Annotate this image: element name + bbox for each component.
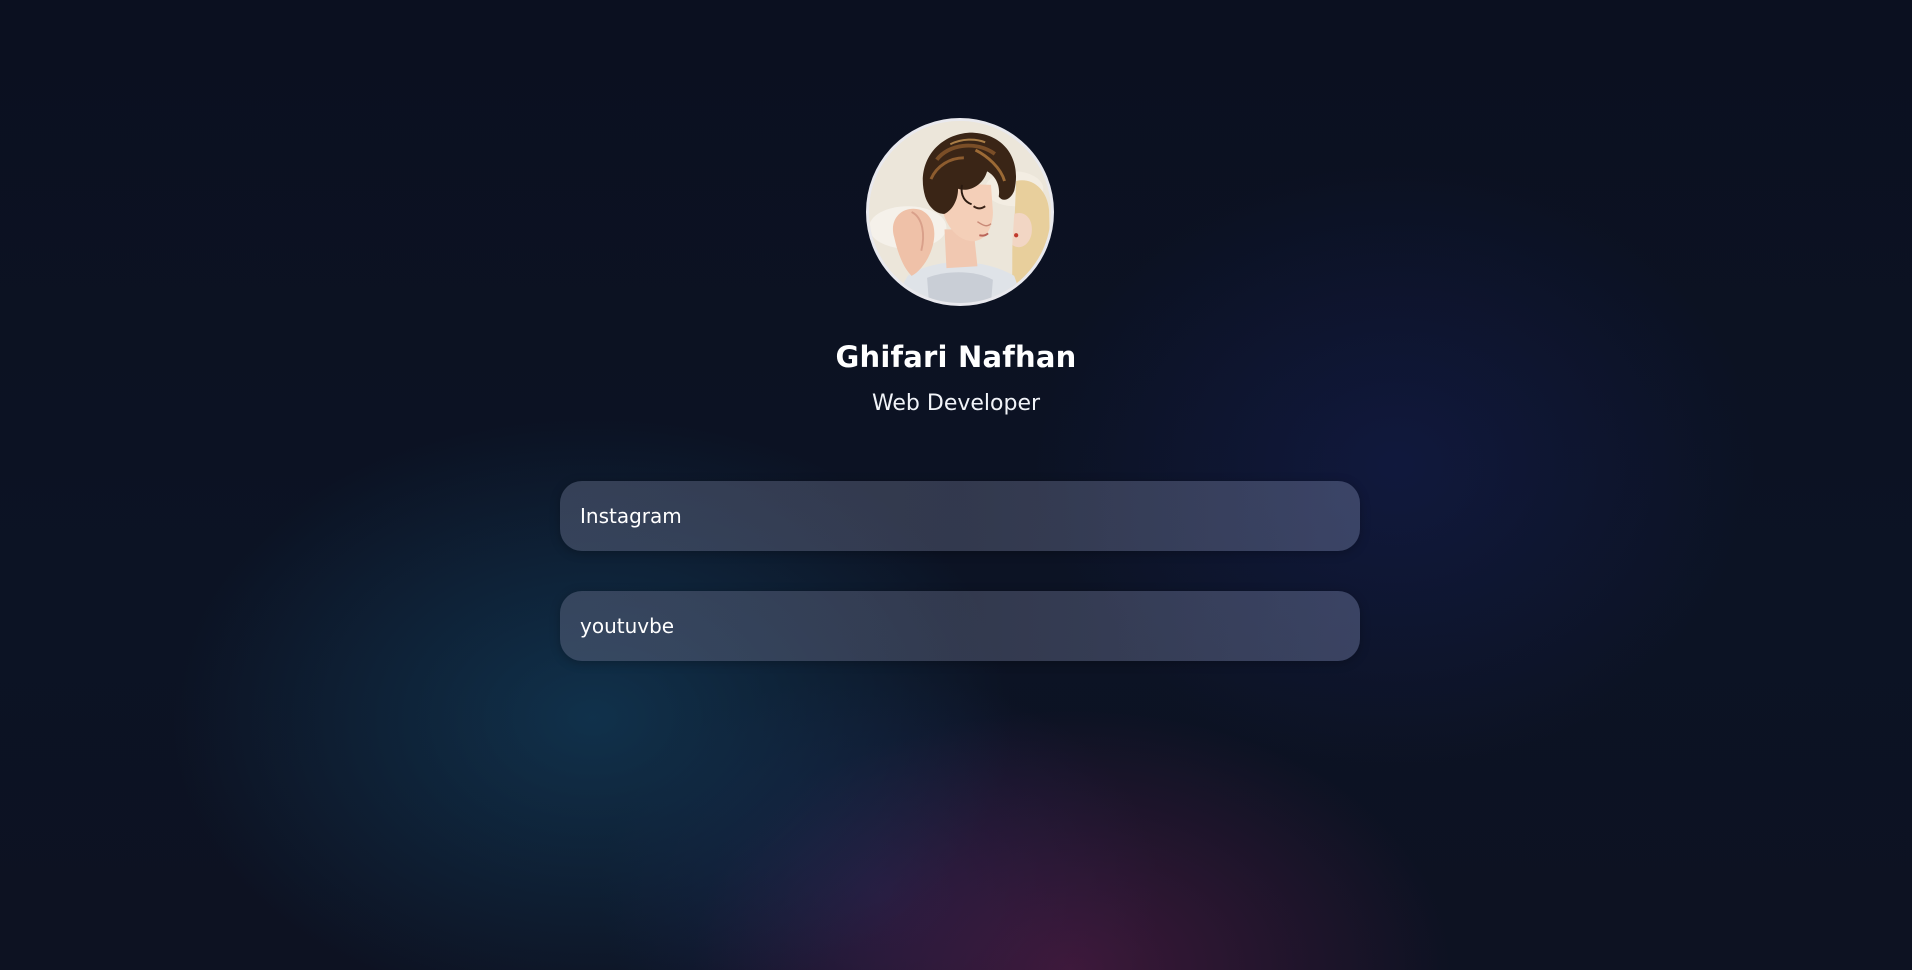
instagram-link-label: Instagram bbox=[580, 504, 682, 528]
youtube-link-label: youtuvbe bbox=[580, 614, 675, 638]
profile-role: Web Developer bbox=[871, 391, 1041, 416]
profile-page: Ghifari Nafhan Web Developer Instagram y… bbox=[0, 0, 1912, 970]
avatar-illustration-icon bbox=[869, 121, 1051, 303]
profile-name: Ghifari Nafhan bbox=[835, 340, 1077, 374]
profile-avatar bbox=[866, 118, 1054, 306]
youtube-link-button[interactable]: youtuvbe bbox=[560, 591, 1360, 661]
instagram-link-button[interactable]: Instagram bbox=[560, 481, 1360, 551]
